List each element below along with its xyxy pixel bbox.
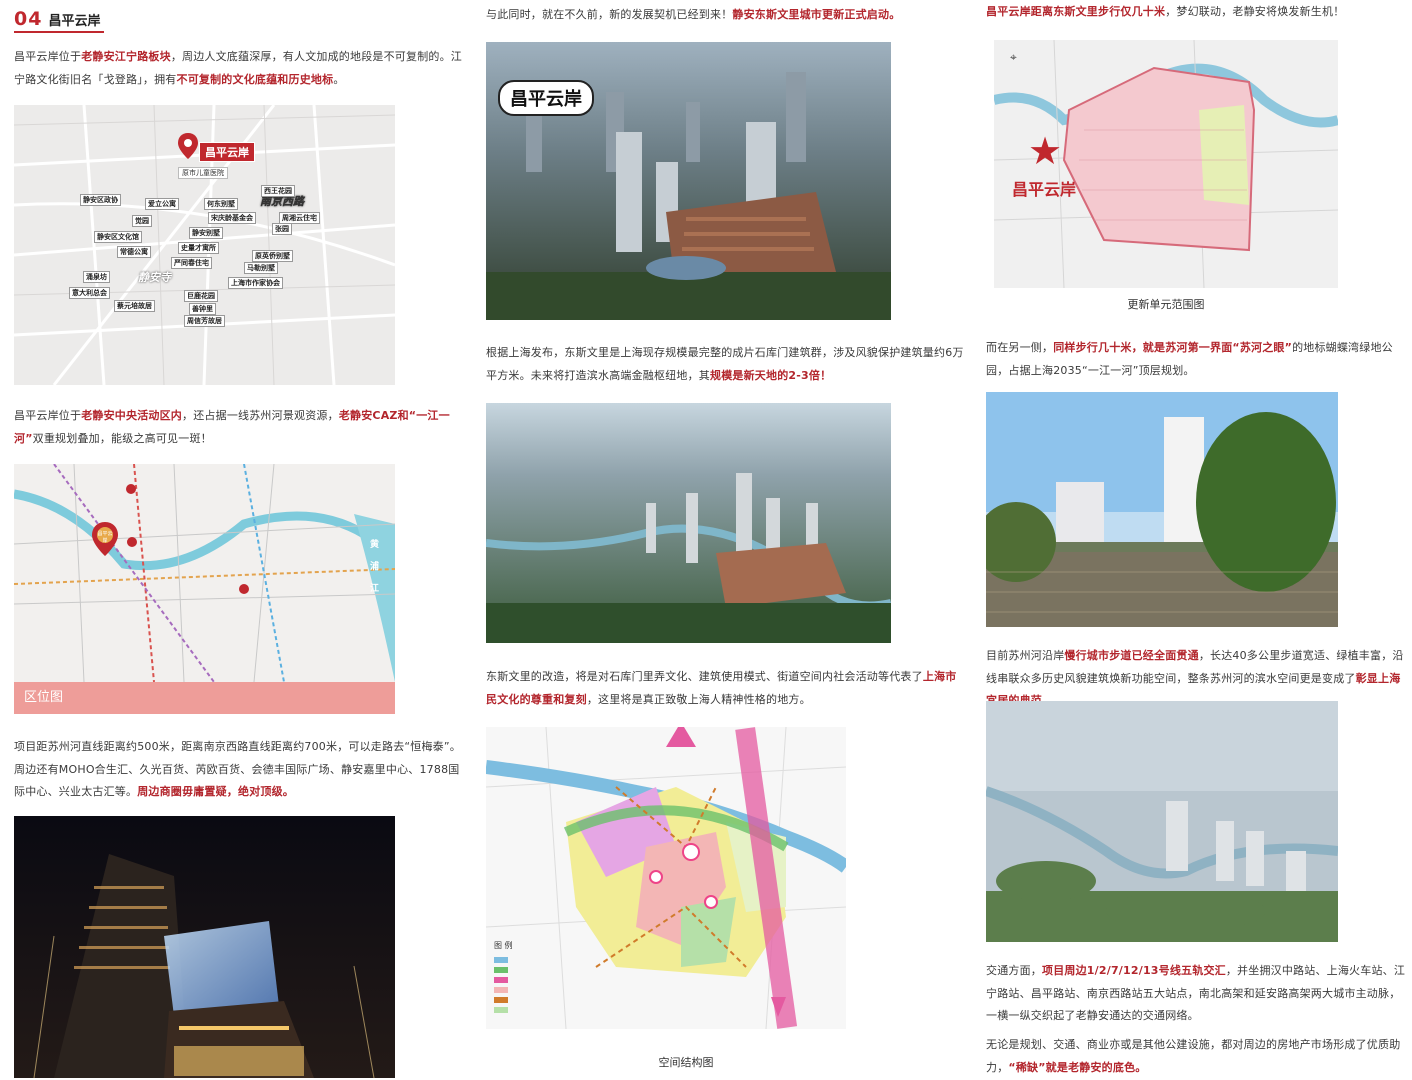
siwenli-paragraph: 根据上海发布，东斯文里是上海现存规模最完整的成片石库门建筑群，涉及风貌保护建筑量… [486, 342, 966, 387]
location-map-caption: 区位图 [14, 682, 395, 714]
poi-label: 巨鹿花园 [184, 290, 218, 302]
poi-label: 静安区文化馆 [94, 231, 142, 243]
body-text: 昌平云岸位于 [14, 409, 82, 422]
aerial-render-2 [486, 403, 891, 643]
body-text: 而在另一侧， [986, 341, 1054, 354]
poi-label: 静安区政协 [80, 194, 121, 206]
poi-label: 西王花园 [261, 185, 295, 197]
renovation-paragraph: 东斯文里的改造，将是对石库门里弄文化、建筑使用模式、街道空间内社会活动等代表了上… [486, 666, 966, 711]
highlight-text: “稀缺”就是老静安的底色。 [1008, 1060, 1147, 1074]
poi-label: 静安别墅 [189, 227, 223, 239]
legend-title: 图 例 [494, 941, 513, 950]
body-text: 目前苏州河沿岸 [986, 649, 1065, 662]
transport-paragraph: 交通方面，项目周边1/2/7/12/13号线五轨交汇，并坐拥汉中路站、上海火车站… [986, 960, 1406, 1028]
riverside-render-svg [986, 701, 1338, 942]
body-text: 昌平云岸位于 [14, 50, 82, 63]
highlight-text: 周边商圈毋庸置疑，绝对顶级。 [137, 785, 295, 798]
poi-label: 常德公寓 [117, 246, 151, 258]
distance-paragraph: 昌平云岸距离东斯文里步行仅几十米，梦幻联动，老静安将焕发新生机！ [986, 2, 1406, 22]
renewal-unit-map: ⌖ ★ 昌平云岸 [994, 40, 1338, 288]
poi-label: 意大利总会 [69, 287, 110, 299]
launch-paragraph: 与此同时，就在不久前，新的发展契机已经到来！静安东斯文里城市更新正式启动。 [486, 4, 966, 27]
column-middle: 与此同时，就在不久前，新的发展契机已经到来！静安东斯文里城市更新正式启动。 昌平… [475, 0, 972, 1080]
highlight-text: 慢行城市步道已经全面贯通 [1064, 649, 1199, 662]
project-pin [178, 133, 198, 159]
section-number: 04 [14, 8, 43, 30]
body-text: 。 [333, 72, 345, 86]
renewal-unit-caption: 更新单元范围图 [1127, 298, 1205, 311]
aerial-render-1: 昌平云岸 [486, 42, 891, 320]
highlight-text: 不可复制的文化底蕴和历史地标 [176, 72, 334, 86]
suhe-paragraph: 而在另一侧，同样步行几十米，就是苏河第一界面“苏河之眼”的地标蝴蝶湾绿地公园，占… [986, 337, 1406, 382]
section-heading: 04 昌平云岸 [14, 8, 100, 30]
heading-underline [14, 31, 104, 33]
location-pin-icon [178, 133, 198, 159]
poi-label: 史量才寓所 [178, 242, 219, 254]
compass-icon: ⌖ [1010, 50, 1017, 64]
commerce-paragraph: 项目距苏州河直线距离约500米，距离南京西路直线距离约700米，可以走路去“恒梅… [14, 736, 464, 804]
conclusion-paragraph: 无论是规划、交通、商业亦或是其他公建设施，都对周边的房地产市场形成了优质助力，“… [986, 1034, 1406, 1079]
project-bubble: 昌平云岸 [498, 80, 594, 116]
poi-label: 周信芳故居 [184, 315, 225, 327]
body-text: 东斯文里的改造，将是对石库门里弄文化、建筑使用模式、街道空间内社会活动等代表了 [486, 670, 923, 683]
highlight-text: 老静安中央活动区内 [81, 409, 183, 422]
poi-label: 何东别墅 [204, 198, 238, 210]
location-map-svg [14, 464, 395, 683]
poi-label: 马勒别墅 [244, 262, 278, 274]
marker-text: 昌平云岸 [97, 531, 113, 544]
poi-label: 严同春住宅 [171, 257, 212, 269]
body-text: 交通方面， [986, 964, 1042, 977]
mall-night-photo [14, 816, 395, 1078]
intro-paragraph: 昌平云岸位于老静安江宁路板块，周边人文底蕴深厚，有人文加成的地段是不可复制的。江… [14, 46, 464, 91]
column-right: 昌平云岸距离东斯文里步行仅几十米，梦幻联动，老静安将焕发新生机！ ⌖ ★ 昌平云… [972, 0, 1412, 1080]
poi-label: 宋庆龄基金会 [208, 212, 256, 224]
body-text: ，还占据一线苏州河景观资源， [182, 409, 339, 422]
poi-label: 涌泉坊 [83, 271, 110, 283]
poi-label: 爱立公寓 [145, 198, 179, 210]
aerial-render-2-svg [486, 403, 891, 643]
highlight-text: 项目周边1/2/7/12/13号线五轨交汇 [1042, 964, 1226, 977]
section-title: 昌平云岸 [48, 14, 101, 29]
riverside-render [986, 701, 1338, 942]
column-left: 04 昌平云岸 昌平云岸位于老静安江宁路板块，周边人文底蕴深厚，有人文加成的地段… [0, 0, 475, 1080]
river-label: 黄浦江 [370, 540, 380, 594]
location-map: 昌平云岸 黄浦江 区位图 [14, 464, 395, 714]
highlight-text: 同样步行几十米，就是苏河第一界面“苏河之眼” [1053, 341, 1293, 354]
highlight-text: 静安东斯文里城市更新正式启动。 [732, 8, 901, 21]
poi-label: 觉园 [132, 215, 152, 227]
highlight-text: 昌平云岸距离东斯文里步行仅几十米 [986, 5, 1166, 18]
suzhou-creek-photo [986, 392, 1338, 627]
poi-label: 张园 [272, 223, 292, 235]
landmark-map: 昌平云岸 原市儿童医院 南京西路 静安寺 静安区政协 爱立公寓 何东别墅 西王花园 觉园… [14, 105, 395, 385]
highlight-text: 规模是新天地的2-3倍！ [710, 368, 832, 382]
highlight-text: 老静安江宁路板块 [81, 50, 171, 63]
spatial-structure-caption: 空间结构图 [658, 1056, 714, 1069]
map-star-label: 昌平云岸 [1012, 180, 1077, 199]
poi-label: 原英侨别墅 [252, 250, 293, 262]
mall-night-svg [14, 816, 395, 1078]
caz-paragraph: 昌平云岸位于老静安中央活动区内，还占据一线苏州河景观资源，老静安CAZ和“一江一… [14, 405, 464, 450]
spatial-structure-svg [486, 727, 846, 1029]
body-text: ，这里将是真正致敬上海人精神性格的地方。 [586, 692, 811, 706]
poi-label: 蔡元培故居 [114, 300, 155, 312]
spatial-structure-diagram: 图 例 [486, 727, 846, 1029]
poi-label: 上海市作家协会 [228, 277, 283, 289]
star-icon: ★ [1028, 129, 1063, 173]
body-text: ，梦幻联动，老静安将焕发新生机！ [1165, 5, 1345, 18]
body-text: 双重规划叠加，能级之高可见一斑！ [32, 431, 212, 445]
poi-label: 善钟里 [189, 303, 216, 315]
temple-label: 静安寺 [138, 271, 171, 284]
hospital-label: 原市儿童医院 [178, 167, 228, 179]
suzhou-creek-svg [986, 392, 1338, 627]
body-text: 与此同时，就在不久前，新的发展契机已经到来！ [486, 8, 733, 21]
project-marker-label: 昌平云岸 [199, 142, 255, 162]
